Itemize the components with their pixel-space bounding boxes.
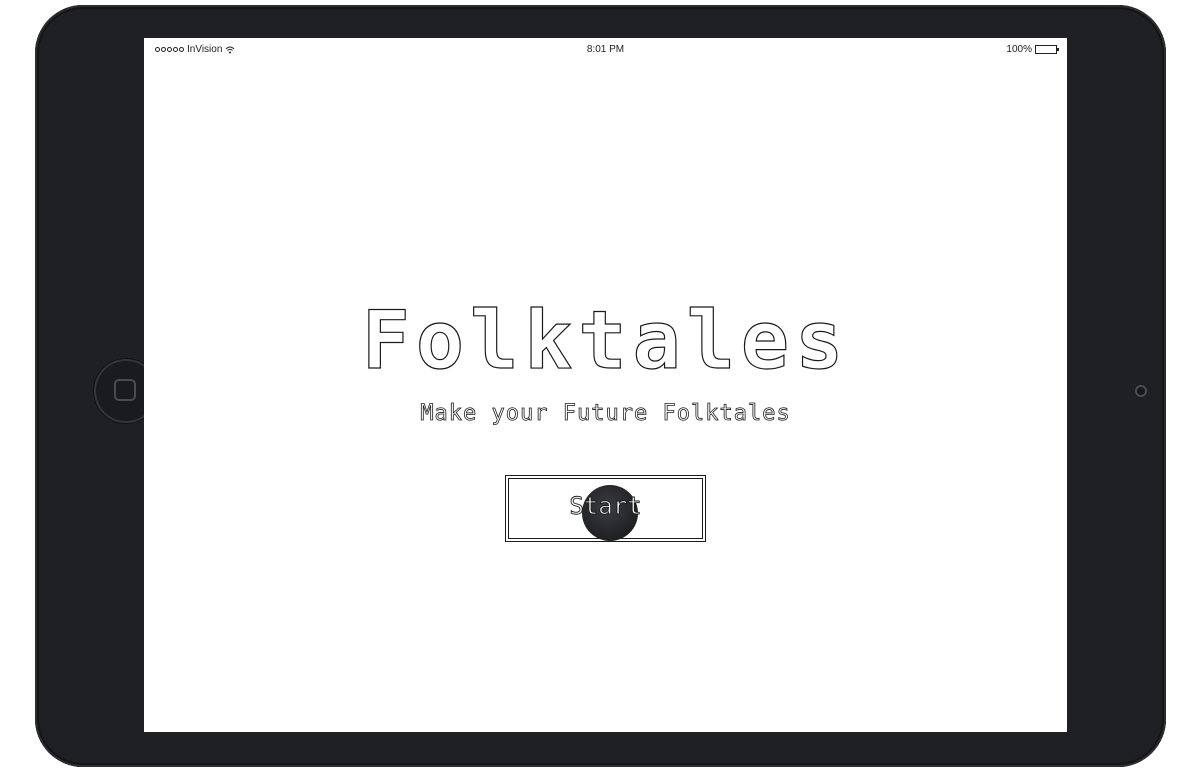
start-button-label: Start <box>569 492 642 521</box>
home-button-icon <box>114 379 136 401</box>
app-title: Folktales <box>361 293 850 387</box>
status-bar: InVision 8:01 PM 100% <box>144 38 1067 60</box>
status-time: 8:01 PM <box>586 44 625 55</box>
battery-icon <box>1035 45 1059 54</box>
battery-percent: 100% <box>1006 44 1032 55</box>
camera-icon <box>1135 385 1147 397</box>
status-right: 100% <box>1006 44 1059 55</box>
app-screen: InVision 8:01 PM 100% Folktales Make you… <box>144 38 1067 732</box>
app-subtitle: Make your Future Folktales <box>420 401 791 427</box>
start-button[interactable]: Start <box>505 475 706 542</box>
